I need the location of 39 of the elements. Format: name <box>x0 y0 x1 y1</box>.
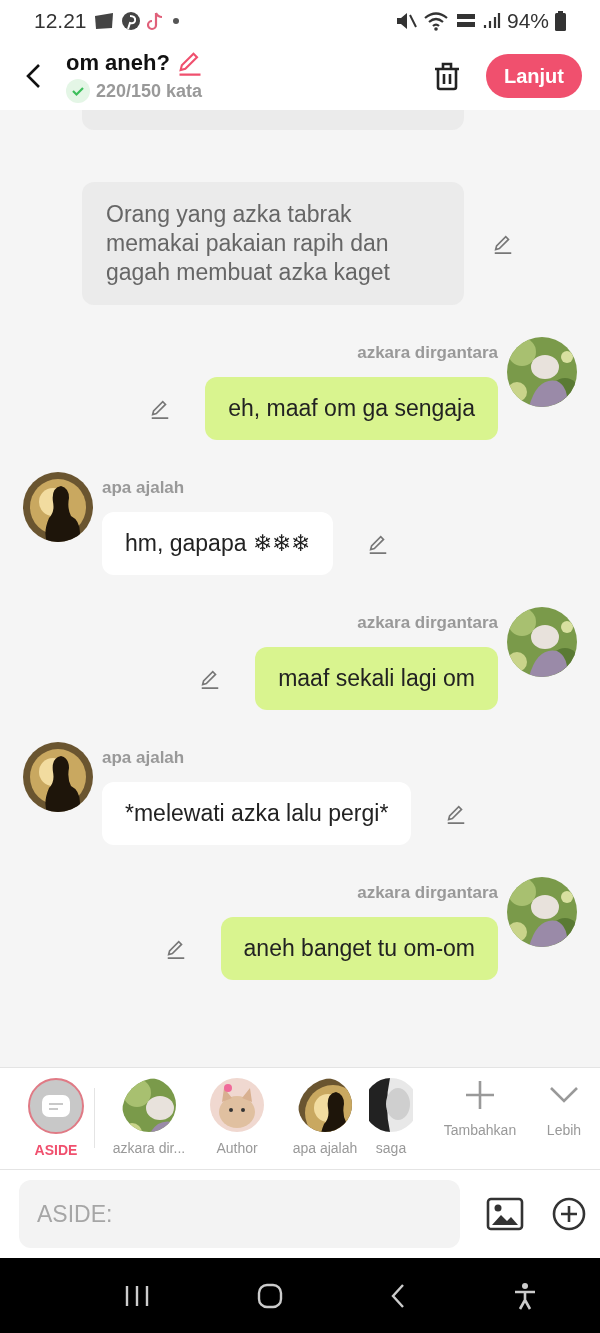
word-count: 220/150 kata <box>96 80 203 102</box>
music-note-icon <box>146 11 165 31</box>
more-button[interactable]: Lebih <box>528 1078 600 1138</box>
character-option[interactable]: apa ajalah <box>281 1078 369 1156</box>
chat-bubble: eh, maaf om ga sengaja <box>205 377 498 440</box>
sender-name: apa ajalah <box>102 478 185 498</box>
sender-name: apa ajalah <box>102 748 185 768</box>
chat-bubble: hm, gapapa ❄❄❄ <box>102 512 333 575</box>
sender-name: azkara dirgantara <box>357 343 498 363</box>
add-button[interactable] <box>552 1197 586 1231</box>
character-option[interactable]: saga <box>369 1078 413 1156</box>
next-button[interactable]: Lanjut <box>486 54 582 98</box>
recent-apps-button[interactable] <box>123 1283 150 1308</box>
back-button[interactable] <box>389 1282 406 1309</box>
narration-bubble: Orang yang azka tabrak memakai pakaian rapih dan gagah membuat azka kaget <box>82 182 464 305</box>
mute-icon <box>394 11 417 31</box>
message-field[interactable]: ASIDE: <box>19 1180 460 1248</box>
battery-icon <box>555 11 566 31</box>
add-character-button[interactable]: Tambahkan <box>432 1078 528 1138</box>
wifi-icon <box>422 11 449 31</box>
chat-bubble: aneh banget tu om-om <box>220 917 498 980</box>
signal-icon <box>482 12 501 30</box>
sender-name: azkara dirgantara <box>357 613 498 633</box>
character-option[interactable]: Author <box>193 1078 281 1156</box>
dot-icon <box>170 16 181 26</box>
delete-button[interactable] <box>432 60 462 92</box>
sender-name: azkara dirgantara <box>357 883 498 903</box>
image-button[interactable] <box>486 1197 524 1231</box>
plus-icon <box>463 1078 497 1112</box>
chat-bubble: *melewati azka lalu pergi* <box>102 782 412 845</box>
clock: 12.21 <box>34 9 87 33</box>
character-option[interactable]: azkara dir... <box>105 1078 193 1156</box>
story-title: om aneh? <box>66 50 170 76</box>
home-button[interactable] <box>256 1282 283 1309</box>
accessibility-button[interactable] <box>512 1281 537 1310</box>
battery-percentage: 94% <box>506 9 549 33</box>
check-icon <box>66 79 90 103</box>
chat-icon <box>41 1094 71 1118</box>
chat-bubble: maaf sekali lagi om <box>255 647 498 710</box>
